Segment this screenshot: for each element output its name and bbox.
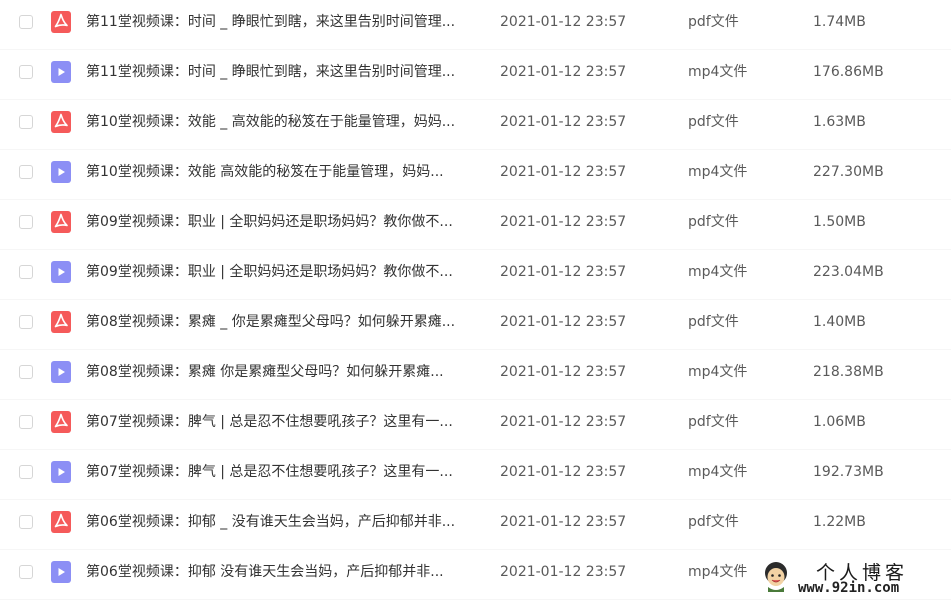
row-checkbox[interactable] [19,315,33,329]
file-name[interactable]: 第08堂视频课：累瘫 _ 你是累瘫型父母吗？如何躲开累瘫... [86,312,481,332]
file-type: pdf文件 [688,214,739,230]
file-size: 1.40MB [813,314,866,330]
file-name[interactable]: 第11堂视频课：时间 _ 睁眼忙到瞎，来这里告别时间管理... [86,62,481,82]
pdf-icon [51,211,71,233]
file-size: 176.86MB [813,64,884,80]
row-checkbox[interactable] [19,115,33,129]
file-type: mp4文件 [688,564,748,580]
file-list: 第11堂视频课：时间 _ 睁眼忙到瞎，来这里告别时间管理... 2021-01-… [0,0,951,600]
video-icon [51,461,71,483]
file-date: 2021-01-12 23:57 [500,364,627,380]
video-icon [51,161,71,183]
file-row[interactable]: 第08堂视频课：累瘫 _ 你是累瘫型父母吗？如何躲开累瘫... 2021-01-… [0,300,951,350]
file-name[interactable]: 第09堂视频课：职业 | 全职妈妈还是职场妈妈？教你做不... [86,262,481,282]
row-checkbox[interactable] [19,215,33,229]
file-type: mp4文件 [688,264,748,280]
file-row[interactable]: 第11堂视频课：时间 _ 睁眼忙到瞎，来这里告别时间管理... 2021-01-… [0,0,951,50]
blog-watermark: 个人博客 www.92in.com [760,558,951,599]
file-row[interactable]: 第11堂视频课：时间 _ 睁眼忙到瞎，来这里告别时间管理... 2021-01-… [0,50,951,100]
file-date: 2021-01-12 23:57 [500,114,627,130]
pdf-icon [51,411,71,433]
file-size: 218.38MB [813,364,884,380]
file-size: 223.04MB [813,264,884,280]
file-date: 2021-01-12 23:57 [500,314,627,330]
pdf-icon [51,11,71,33]
file-date: 2021-01-12 23:57 [500,564,627,580]
file-date: 2021-01-12 23:57 [500,264,627,280]
file-row[interactable]: 第09堂视频课：职业 | 全职妈妈还是职场妈妈？教你做不... 2021-01-… [0,200,951,250]
cartoon-face-icon [762,560,790,592]
file-name[interactable]: 第10堂视频课：效能 高效能的秘笈在于能量管理，妈妈... [86,162,481,182]
row-checkbox[interactable] [19,465,33,479]
file-type: pdf文件 [688,414,739,430]
file-date: 2021-01-12 23:57 [500,464,627,480]
row-checkbox[interactable] [19,415,33,429]
file-size: 1.22MB [813,514,866,530]
file-row[interactable]: 第10堂视频课：效能 _ 高效能的秘笈在于能量管理，妈妈... 2021-01-… [0,100,951,150]
file-row[interactable]: 第06堂视频课：抑郁 _ 没有谁天生会当妈，产后抑郁并非... 2021-01-… [0,500,951,550]
file-row[interactable]: 第09堂视频课：职业 | 全职妈妈还是职场妈妈？教你做不... 2021-01-… [0,250,951,300]
video-icon [51,561,71,583]
file-type: pdf文件 [688,14,739,30]
file-name[interactable]: 第06堂视频课：抑郁 _ 没有谁天生会当妈，产后抑郁并非... [86,512,481,532]
pdf-icon [51,311,71,333]
row-checkbox[interactable] [19,265,33,279]
file-type: mp4文件 [688,464,748,480]
file-row[interactable]: 第07堂视频课：脾气 | 总是忍不住想要吼孩子？这里有一... 2021-01-… [0,400,951,450]
row-checkbox[interactable] [19,515,33,529]
file-size: 1.74MB [813,14,866,30]
video-icon [51,61,71,83]
file-date: 2021-01-12 23:57 [500,14,627,30]
file-date: 2021-01-12 23:57 [500,164,627,180]
file-name[interactable]: 第07堂视频课：脾气 | 总是忍不住想要吼孩子？这里有一... [86,462,481,482]
watermark-url: www.92in.com [798,580,900,596]
file-date: 2021-01-12 23:57 [500,214,627,230]
file-name[interactable]: 第08堂视频课：累瘫 你是累瘫型父母吗？如何躲开累瘫... [86,362,481,382]
file-row[interactable]: 第08堂视频课：累瘫 你是累瘫型父母吗？如何躲开累瘫... 2021-01-12… [0,350,951,400]
file-type: pdf文件 [688,514,739,530]
file-size: 192.73MB [813,464,884,480]
file-size: 1.50MB [813,214,866,230]
video-icon [51,361,71,383]
row-checkbox[interactable] [19,365,33,379]
file-row[interactable]: 第10堂视频课：效能 高效能的秘笈在于能量管理，妈妈... 2021-01-12… [0,150,951,200]
file-type: mp4文件 [688,364,748,380]
file-type: mp4文件 [688,64,748,80]
file-name[interactable]: 第11堂视频课：时间 _ 睁眼忙到瞎，来这里告别时间管理... [86,12,481,32]
file-type: mp4文件 [688,164,748,180]
file-name[interactable]: 第10堂视频课：效能 _ 高效能的秘笈在于能量管理，妈妈... [86,112,481,132]
row-checkbox[interactable] [19,565,33,579]
row-checkbox[interactable] [19,15,33,29]
row-checkbox[interactable] [19,165,33,179]
file-date: 2021-01-12 23:57 [500,64,627,80]
video-icon [51,261,71,283]
file-row[interactable]: 第07堂视频课：脾气 | 总是忍不住想要吼孩子？这里有一... 2021-01-… [0,450,951,500]
file-type: pdf文件 [688,114,739,130]
pdf-icon [51,511,71,533]
file-type: pdf文件 [688,314,739,330]
file-name[interactable]: 第06堂视频课：抑郁 没有谁天生会当妈，产后抑郁并非... [86,562,481,582]
file-size: 1.06MB [813,414,866,430]
row-checkbox[interactable] [19,65,33,79]
file-size: 1.63MB [813,114,866,130]
file-name[interactable]: 第09堂视频课：职业 | 全职妈妈还是职场妈妈？教你做不... [86,212,481,232]
file-date: 2021-01-12 23:57 [500,414,627,430]
file-name[interactable]: 第07堂视频课：脾气 | 总是忍不住想要吼孩子？这里有一... [86,412,481,432]
file-size: 227.30MB [813,164,884,180]
file-date: 2021-01-12 23:57 [500,514,627,530]
pdf-icon [51,111,71,133]
